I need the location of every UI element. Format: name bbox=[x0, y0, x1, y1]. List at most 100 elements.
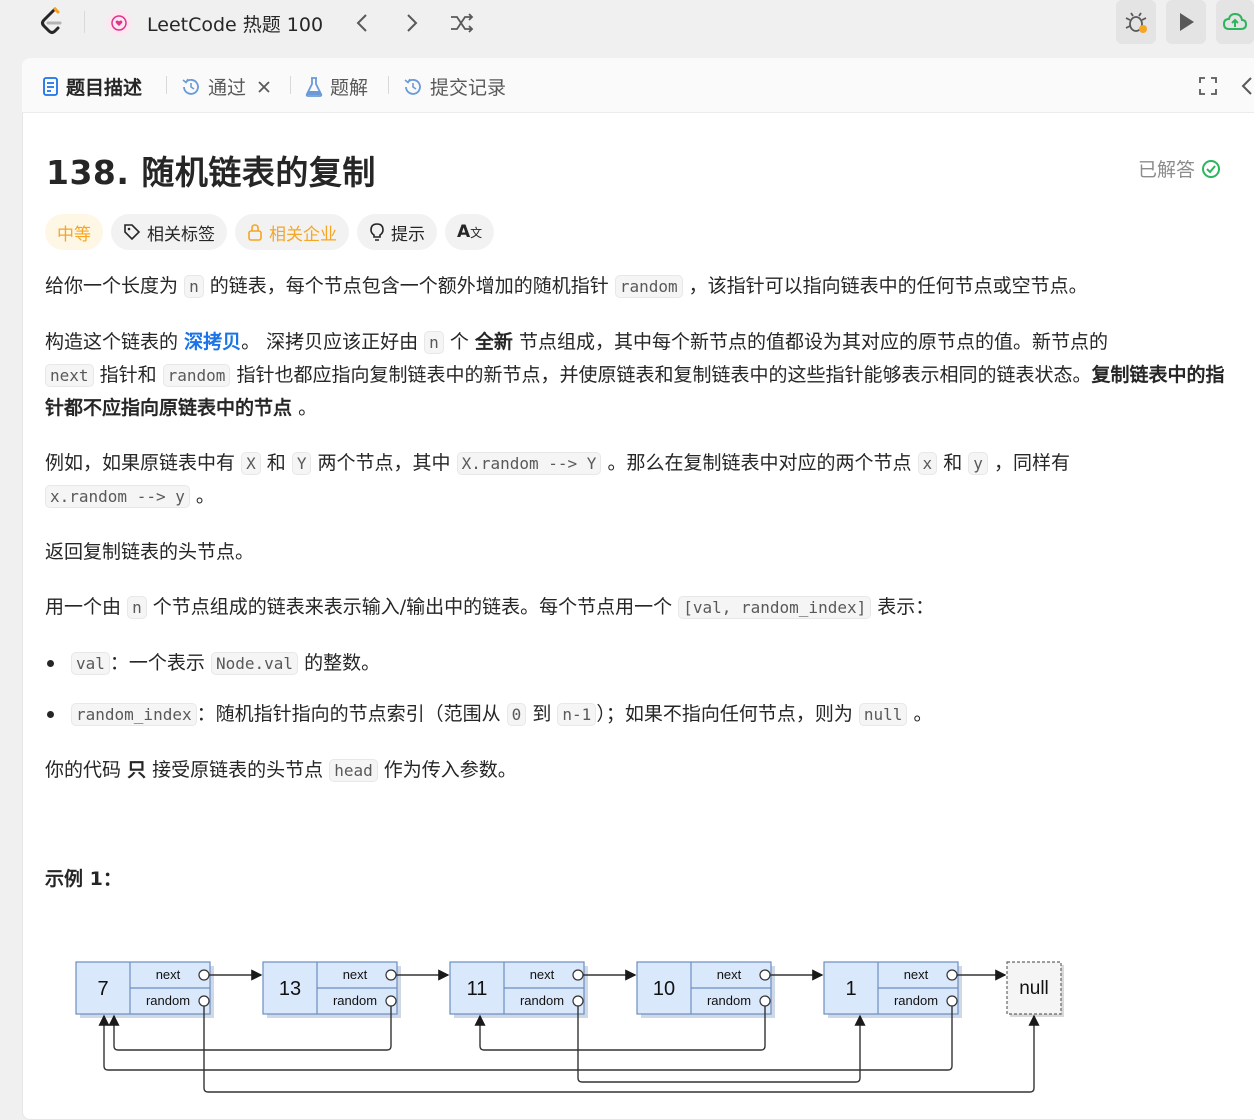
difficulty-label: 中等 bbox=[57, 224, 91, 245]
bold-text: 只 bbox=[127, 759, 147, 781]
upload-cloud-icon[interactable] bbox=[1216, 0, 1254, 44]
text: 。 bbox=[913, 703, 933, 725]
node-value: 13 bbox=[279, 978, 301, 1000]
divider bbox=[166, 76, 167, 94]
lock-icon bbox=[248, 224, 262, 241]
translate-icon: A bbox=[457, 222, 471, 242]
paragraph: 构造这个链表的 深拷贝。 深拷贝应该正好由 n 个 全新 节点组成，其中每个新节… bbox=[45, 326, 1225, 424]
text: ：一个表示 bbox=[109, 652, 205, 674]
text: 例如，如果原链表中有 bbox=[45, 452, 236, 474]
inline-code: n bbox=[184, 275, 204, 298]
next-label: next bbox=[343, 967, 368, 982]
tab-label: 题目描述 bbox=[66, 77, 143, 99]
paragraph: 返回复制链表的头节点。 bbox=[45, 541, 255, 563]
inline-code: next bbox=[45, 364, 94, 387]
tab-submissions[interactable]: 提交记录 bbox=[402, 73, 506, 100]
node-value: 7 bbox=[97, 978, 108, 1000]
text: 构造这个链表的 bbox=[45, 331, 179, 353]
deep-copy-link[interactable]: 深拷贝 bbox=[184, 331, 241, 353]
inline-code: X.random --> Y bbox=[456, 452, 602, 475]
flask-icon bbox=[305, 76, 323, 97]
related-companies-button[interactable]: 相关企业 bbox=[235, 214, 349, 250]
translate-button[interactable]: A文 bbox=[445, 214, 495, 250]
text: 两个节点，其中 bbox=[317, 452, 451, 474]
hint-button[interactable]: 提示 bbox=[357, 214, 437, 250]
paragraph: 你的代码 只 接受原链表的头节点 head 作为传入参数。 bbox=[45, 754, 1225, 787]
text: 个节点组成的链表来表示输入/输出中的链表。每个节点用一个 bbox=[152, 596, 673, 618]
inline-code: null bbox=[858, 703, 908, 726]
text: ：随机指针指向的节点索引（范围从 bbox=[196, 703, 501, 725]
text: 的整数。 bbox=[304, 652, 381, 674]
history-icon bbox=[404, 78, 421, 95]
run-icon[interactable] bbox=[1166, 0, 1206, 44]
solved-status: 已解答 bbox=[1138, 155, 1221, 182]
text: 。那么在复制链表中对应的两个节点 bbox=[607, 452, 912, 474]
text: 作为传入参数。 bbox=[383, 759, 517, 781]
random-label: random bbox=[146, 993, 190, 1008]
chevron-left-icon[interactable] bbox=[348, 9, 376, 37]
random-pointer bbox=[198, 995, 210, 1007]
node-value: 1 bbox=[845, 978, 856, 1000]
random-pointer bbox=[572, 995, 584, 1007]
next-label: next bbox=[717, 967, 742, 982]
random-label: random bbox=[333, 993, 377, 1008]
related-tags-label: 相关标签 bbox=[147, 224, 215, 245]
inline-code: n-1 bbox=[557, 703, 597, 726]
maximize-icon[interactable] bbox=[1198, 76, 1218, 100]
divider bbox=[84, 11, 85, 33]
text: 到 bbox=[532, 703, 552, 725]
next-pointer bbox=[572, 969, 584, 981]
shuffle-icon[interactable] bbox=[448, 9, 476, 37]
text: 接受原链表的头节点 bbox=[152, 759, 324, 781]
inline-code: X bbox=[241, 452, 261, 475]
text: 指针也都应指向复制链表中的新节点，并使原链表和复制链表中的这些指针能够表示相同的… bbox=[236, 364, 1092, 386]
tab-label: 题解 bbox=[330, 77, 369, 99]
tab-description[interactable]: 题目描述 bbox=[42, 73, 142, 100]
heart-list-icon[interactable] bbox=[106, 10, 132, 36]
next-pointer bbox=[759, 969, 771, 981]
next-pointer bbox=[946, 969, 958, 981]
random-label: random bbox=[707, 993, 751, 1008]
text: 用一个由 bbox=[45, 596, 122, 618]
inline-code: Node.val bbox=[210, 652, 299, 675]
bold-text: 全新 bbox=[474, 331, 513, 353]
chevron-right-icon[interactable] bbox=[398, 9, 426, 37]
next-pointer bbox=[198, 969, 210, 981]
leetcode-logo[interactable] bbox=[38, 6, 68, 38]
random-pointer bbox=[759, 995, 771, 1007]
problem-list-title[interactable]: LeetCode 热题 100 bbox=[147, 10, 323, 37]
related-tags-button[interactable]: 相关标签 bbox=[111, 214, 227, 250]
close-icon[interactable] bbox=[256, 79, 272, 95]
debug-icon[interactable] bbox=[1116, 0, 1156, 44]
inline-code: val bbox=[71, 652, 110, 675]
text: 表示： bbox=[877, 596, 935, 618]
text: 节点组成，其中每个新节点的值都设为其对应的原节点的值。新节点的 bbox=[518, 331, 1108, 353]
inline-code: random bbox=[614, 275, 683, 298]
paragraph: 例如，如果原链表中有 X 和 Y 两个节点，其中 X.random --> Y … bbox=[45, 447, 1225, 513]
tab-accepted[interactable]: 通过 bbox=[180, 73, 272, 100]
bullet-list: val ：一个表示 Node.val 的整数。 random_index ：随机指针… bbox=[45, 647, 1225, 731]
random-label: random bbox=[894, 993, 938, 1008]
inline-code: x bbox=[917, 452, 938, 475]
inline-code: x.random --> y bbox=[45, 485, 190, 508]
problem-title: 138. 随机链表的复制 bbox=[46, 153, 376, 192]
text: 。 深拷贝应该正好由 bbox=[241, 331, 419, 353]
inline-code: random_index bbox=[71, 703, 197, 726]
problem-description: 给你一个长度为 n 的链表，每个节点包含一个额外增加的随机指针 random ，… bbox=[45, 270, 1225, 810]
collapse-icon[interactable] bbox=[1240, 76, 1254, 100]
node-value: 10 bbox=[653, 978, 675, 1000]
divider bbox=[388, 76, 389, 94]
next-pointer bbox=[385, 969, 397, 981]
document-icon bbox=[43, 76, 58, 96]
related-companies-label: 相关企业 bbox=[269, 224, 337, 245]
text: 和 bbox=[266, 452, 286, 474]
text: ）；如果不指向任何节点，则为 bbox=[596, 703, 853, 725]
random-pointer bbox=[946, 995, 958, 1007]
random-arrow bbox=[203, 1006, 1040, 1093]
text: 个 bbox=[449, 331, 469, 353]
tab-solutions[interactable]: 题解 bbox=[304, 73, 368, 100]
problem-chips: 中等 相关标签 相关企业 提示 A文 bbox=[45, 214, 495, 250]
linked-list-diagram: 7 next random 13 next random 11 next random 10 nex… bbox=[75, 961, 1064, 1093]
inline-code: Y bbox=[291, 452, 312, 475]
null-label: null bbox=[1019, 978, 1049, 999]
